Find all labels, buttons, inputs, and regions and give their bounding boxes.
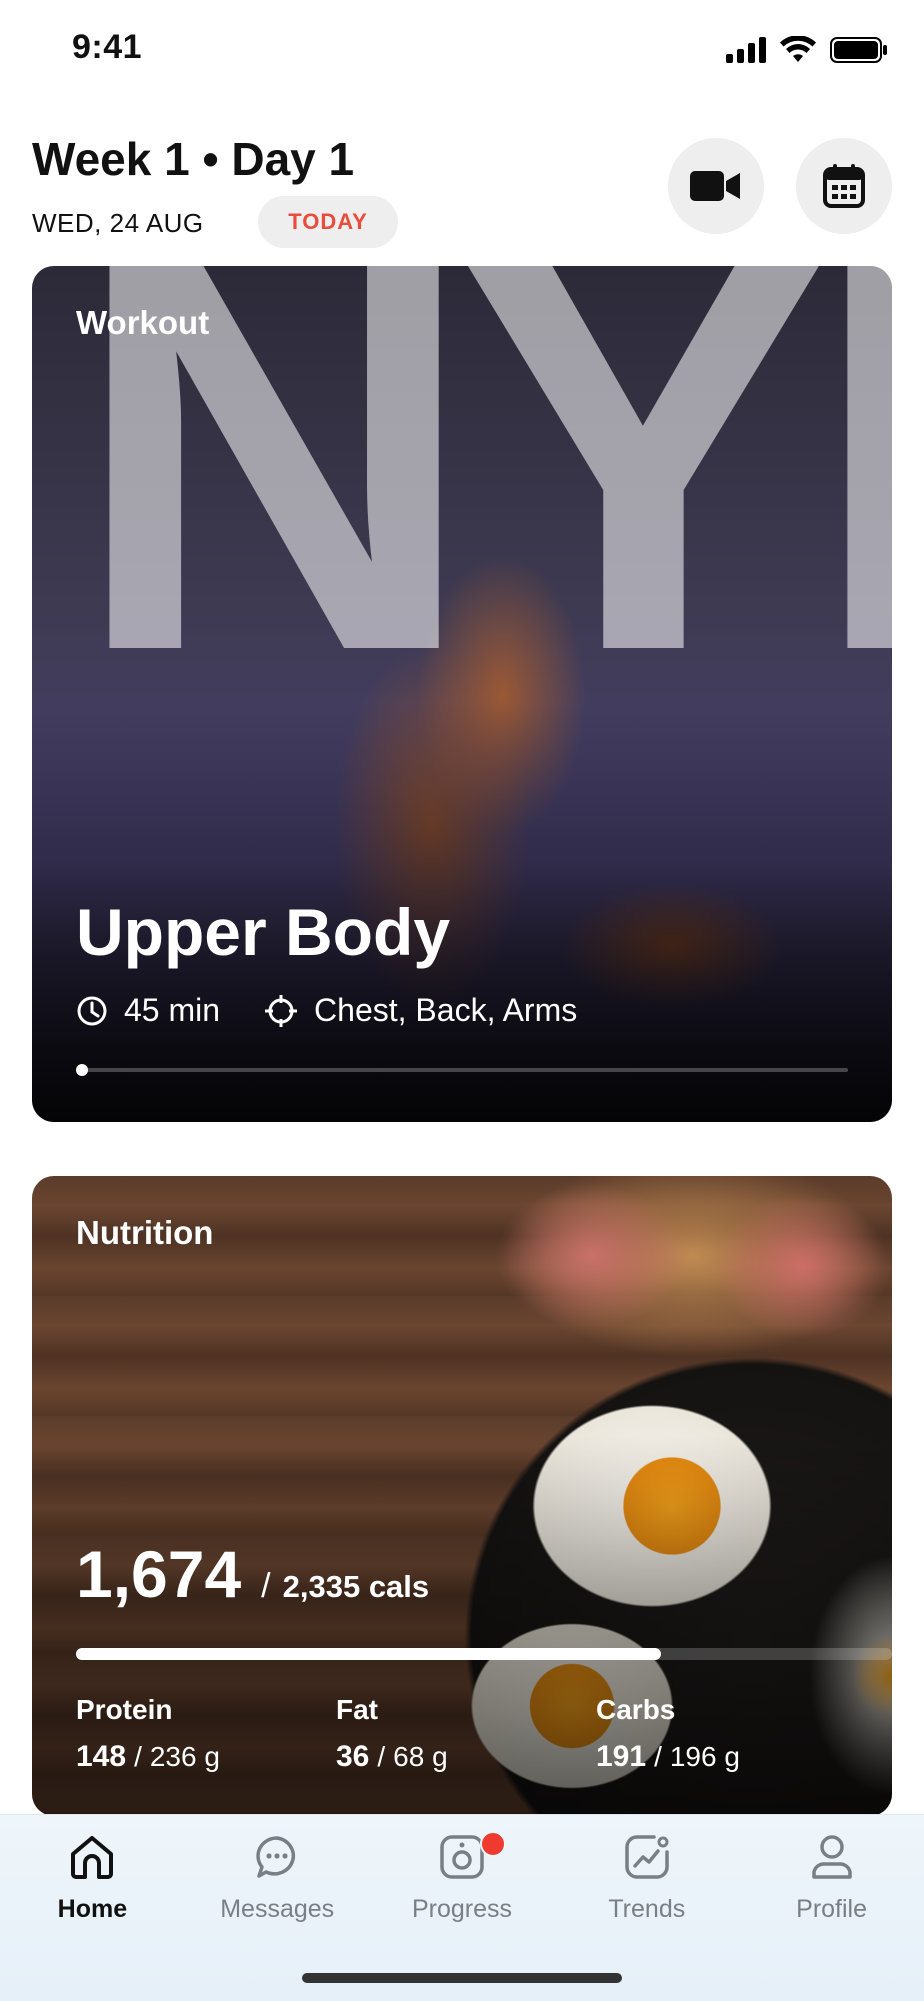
- workout-duration-text: 45 min: [124, 992, 221, 1028]
- tab-progress[interactable]: Progress: [370, 1831, 555, 1924]
- tab-trends[interactable]: Trends: [554, 1831, 739, 1924]
- date-label: WED, 24 AUG: [32, 208, 204, 238]
- video-button[interactable]: [668, 138, 764, 234]
- home-icon: [66, 1831, 118, 1883]
- progress-notification-badge: [479, 1831, 506, 1857]
- tab-profile[interactable]: Profile: [739, 1831, 924, 1924]
- cellular-signal-icon: [726, 37, 766, 63]
- macro-name: Protein: [76, 1694, 173, 1725]
- today-badge[interactable]: TODAY: [258, 196, 398, 248]
- macro-eaten: 36: [336, 1740, 370, 1773]
- macro-name: Carbs: [596, 1694, 676, 1725]
- tab-label: Home: [57, 1895, 128, 1923]
- workout-progress-bar: [76, 1064, 848, 1076]
- nutrition-card-label: Nutrition: [76, 1214, 214, 1251]
- workout-title: Upper Body: [76, 895, 451, 969]
- calorie-progress-bar: [76, 1648, 892, 1660]
- workout-progress-dot: [76, 1064, 88, 1076]
- tab-messages[interactable]: Messages: [185, 1831, 370, 1924]
- day-header: Week 1 • Day 1 WED, 24 AUG TODAY: [0, 120, 924, 260]
- macro-goal: 196 g: [669, 1741, 740, 1772]
- macro-value: 36/68 g: [336, 1740, 596, 1774]
- calories-eaten: 1,674: [76, 1537, 242, 1611]
- workout-card-label: Workout: [76, 304, 210, 341]
- profile-icon: [806, 1831, 858, 1883]
- tab-label: Trends: [608, 1895, 686, 1923]
- status-icons: [726, 36, 888, 64]
- macro-separator: /: [134, 1741, 142, 1772]
- macro-name: Fat: [336, 1694, 378, 1725]
- workout-targets: Chest, Back, Arms: [264, 992, 577, 1029]
- calendar-button[interactable]: [796, 138, 892, 234]
- clock-icon: [77, 996, 107, 1025]
- battery-icon: [830, 37, 887, 63]
- tab-home[interactable]: Home: [0, 1831, 185, 1924]
- macro-goal: 68 g: [393, 1741, 448, 1772]
- macro-eaten: 148: [76, 1740, 127, 1773]
- calories-goal: 2,335 cals: [282, 1569, 430, 1604]
- macros-row: Protein 148/236 g Fat 36/68 g Carbs 191/…: [76, 1694, 856, 1774]
- workout-duration: 45 min: [76, 992, 220, 1029]
- wifi-icon: [780, 36, 816, 62]
- calendar-icon: [823, 164, 865, 208]
- macro-eaten: 191: [596, 1740, 647, 1773]
- home-indicator: [302, 1973, 622, 1983]
- messages-icon: [251, 1831, 303, 1883]
- workout-card[interactable]: NYP Workout Upper Body 45 min Chest, Bac…: [32, 266, 892, 1122]
- macro-fat: Fat 36/68 g: [336, 1694, 596, 1774]
- tab-list: Home Messages Progress Trends Profile: [0, 1831, 924, 1924]
- macro-goal: 236 g: [149, 1741, 220, 1772]
- nutrition-card[interactable]: Nutrition 1,674 / 2,335 cals Protein 148…: [32, 1176, 892, 1816]
- workout-meta: 45 min Chest, Back, Arms: [76, 992, 605, 1029]
- status-bar: 9:41: [0, 0, 924, 100]
- page-title: Week 1 • Day 1: [32, 133, 355, 185]
- status-time: 9:41: [72, 28, 143, 66]
- tab-label: Messages: [220, 1895, 335, 1923]
- tab-label: Progress: [411, 1895, 513, 1923]
- macro-separator: /: [377, 1741, 386, 1772]
- macro-value: 148/236 g: [76, 1740, 336, 1774]
- tab-label: Profile: [796, 1895, 868, 1923]
- macro-protein: Protein 148/236 g: [76, 1694, 336, 1774]
- bottom-tab-bar: Home Messages Progress Trends Profile: [0, 1814, 924, 2001]
- target-icon: [265, 994, 298, 1027]
- macro-carbs: Carbs 191/196 g: [596, 1694, 856, 1774]
- trends-icon: [621, 1831, 673, 1883]
- video-camera-icon: [690, 171, 740, 201]
- calories-separator: /: [261, 1567, 271, 1605]
- macro-separator: /: [654, 1741, 662, 1772]
- calorie-summary: 1,674 / 2,335 cals: [76, 1536, 429, 1612]
- macro-value: 191/196 g: [596, 1740, 856, 1774]
- calorie-progress-fill: [76, 1648, 662, 1660]
- workout-targets-text: Chest, Back, Arms: [314, 992, 578, 1028]
